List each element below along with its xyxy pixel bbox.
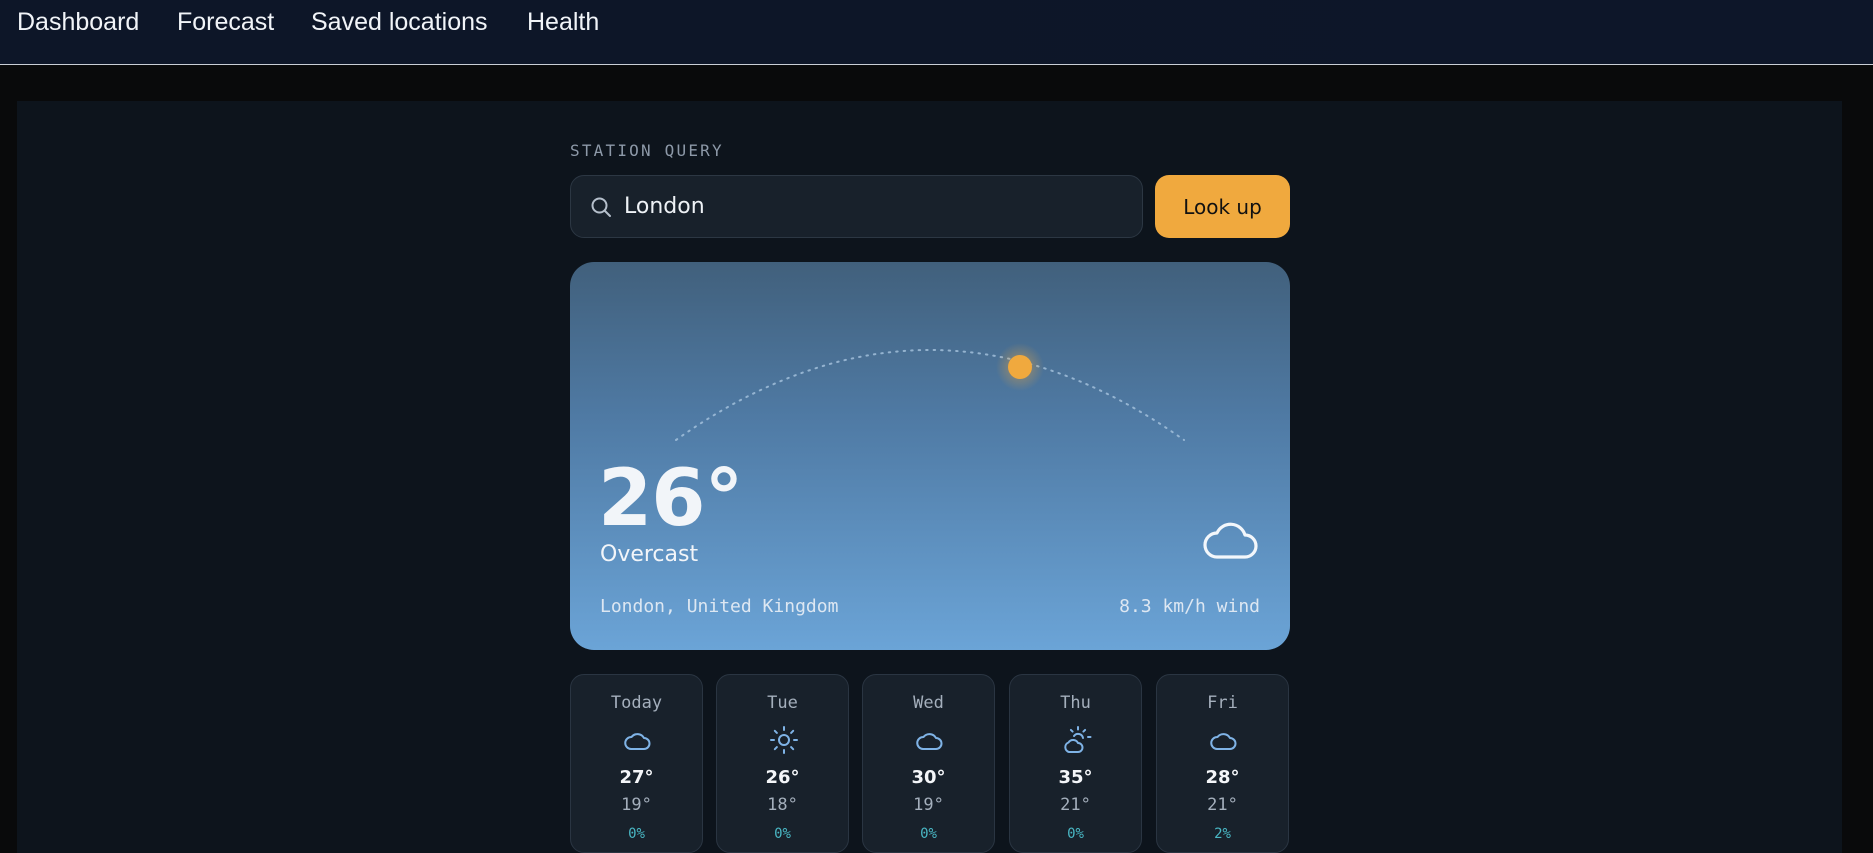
forecast-high: 27° [619,767,654,788]
forecast-day-card[interactable]: Thu 35° 21° 0% [1009,674,1142,853]
forecast-day-card[interactable]: Today 27° 19° 0% [570,674,703,853]
cloud-icon [1210,733,1237,750]
forecast-low: 19° [913,795,944,815]
forecast-high: 35° [1058,767,1093,788]
search-input[interactable] [624,176,1124,237]
cloud-icon [624,733,651,750]
search-icon [591,197,611,217]
forecast-high: 28° [1205,767,1240,788]
forecast-precipitation: 0% [628,826,645,842]
forecast-day: Today [610,693,663,713]
forecast-high: 30° [911,767,946,788]
cloud-icon [1203,522,1258,559]
current-condition: Overcast [600,542,699,567]
nav-saved-locations[interactable]: Saved locations [311,8,488,37]
forecast-precipitation: 0% [774,826,791,842]
forecast-day: Wed [913,693,944,713]
forecast-precipitation: 2% [1214,826,1231,842]
forecast-day-card[interactable]: Tue 26° 18° 0% [716,674,849,853]
cloud-icon [916,733,943,750]
forecast-low: 18° [767,795,798,815]
top-navigation: Dashboard Forecast Saved locations Healt… [0,0,1873,65]
look-up-button[interactable]: Look up [1155,175,1290,238]
search-field[interactable] [570,175,1143,238]
wind-speed: 8.3 km/h wind [1119,596,1260,617]
forecast-day-card[interactable]: Fri 28° 21° 2% [1156,674,1289,853]
partly-cloudy-icon [1064,726,1092,753]
forecast-precipitation: 0% [1067,826,1084,842]
nav-dashboard[interactable]: Dashboard [17,8,139,37]
nav-health[interactable]: Health [527,8,599,37]
forecast-day: Thu [1060,693,1091,713]
station-query-label: STATION QUERY [570,141,724,160]
current-temperature: 26° [598,454,744,544]
forecast-day: Fri [1207,693,1238,713]
forecast-high: 26° [765,767,800,788]
forecast-low: 21° [1060,795,1091,815]
forecast-low: 21° [1207,795,1238,815]
forecast-precipitation: 0% [920,826,937,842]
forecast-day: Tue [767,693,798,713]
forecast-low: 19° [621,795,652,815]
sun-icon [770,726,798,754]
nav-forecast[interactable]: Forecast [177,8,274,37]
forecast-day-card[interactable]: Wed 30° 19° 0% [862,674,995,853]
current-weather-card: 26° Overcast London, United Kingdom 8.3 … [570,262,1290,650]
location-name: London, United Kingdom [600,596,839,617]
